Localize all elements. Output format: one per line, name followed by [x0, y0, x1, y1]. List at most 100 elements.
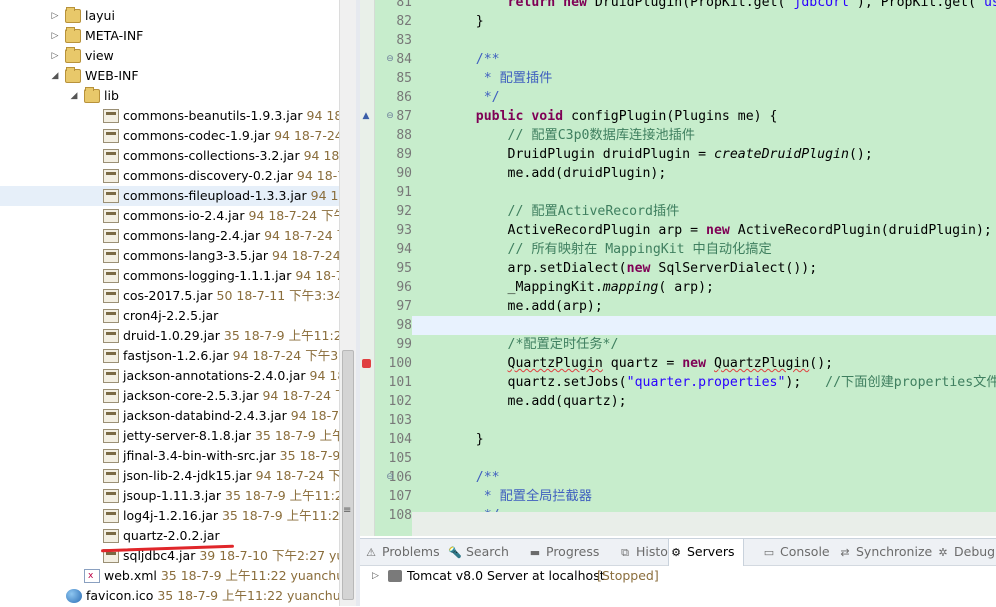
- line-number: 97: [396, 299, 412, 314]
- collapse-arrow-icon[interactable]: ◢: [69, 86, 79, 106]
- tree-item[interactable]: commons-codec-1.9.jar 94 18-7-24: [0, 126, 339, 146]
- code-line[interactable]: */: [412, 88, 996, 107]
- fold-toggle-icon[interactable]: ⊖: [386, 55, 394, 64]
- expand-arrow-icon[interactable]: ▷: [50, 6, 60, 26]
- expand-arrow-icon[interactable]: ▷: [50, 26, 60, 46]
- tree-item[interactable]: web.xml 35 18-7-9 上午11:22 yuanchua: [0, 566, 339, 586]
- fold-toggle-icon[interactable]: ⊖: [386, 112, 394, 121]
- tree-item-meta: 39 18-7-10 下午2:27 yu: [195, 548, 339, 563]
- code-line[interactable]: [412, 411, 996, 430]
- code-line[interactable]: /**: [412, 50, 996, 69]
- tree-item[interactable]: commons-lang3-3.5.jar 94 18-7-24 下: [0, 246, 339, 266]
- tree-item-meta: 94 18-7-: [296, 168, 339, 183]
- jar-file-icon: [103, 289, 119, 303]
- tree-item-label: commons-lang-2.4.jar: [123, 228, 261, 243]
- tree-item[interactable]: favicon.ico 35 18-7-9 上午11:22 yuanchuan: [0, 586, 339, 606]
- code-line[interactable]: [412, 449, 996, 468]
- code-line[interactable]: me.add(arp);: [412, 297, 996, 316]
- tree-item[interactable]: jackson-databind-2.4.3.jar 94 18-7-2: [0, 406, 339, 426]
- tree-item-meta: 35 18-7-9 上午11:22 yuanchua: [156, 568, 339, 583]
- code-line[interactable]: * 配置插件: [412, 69, 996, 88]
- folder-icon: [65, 7, 81, 23]
- code-line[interactable]: * 配置全局拦截器: [412, 487, 996, 506]
- code-line[interactable]: DruidPlugin druidPlugin = createDruidPlu…: [412, 145, 996, 164]
- tree-item-meta: 35 18-7-9 上午1: [254, 428, 339, 443]
- tree-item[interactable]: ◢ WEB-INF: [0, 66, 339, 86]
- tree-item[interactable]: commons-io-2.4.jar 94 18-7-24 下午: [0, 206, 339, 226]
- line-number: 85: [396, 71, 412, 86]
- tree-item[interactable]: ▷ view: [0, 46, 339, 66]
- tree-item[interactable]: jackson-annotations-2.4.0.jar 94 18-7: [0, 366, 339, 386]
- tree-item[interactable]: fastjson-1.2.6.jar 94 18-7-24 下午3:0: [0, 346, 339, 366]
- code-line[interactable]: // 配置ActiveRecord插件: [412, 202, 996, 221]
- tree-item[interactable]: log4j-1.2.16.jar 35 18-7-9 上午11:22: [0, 506, 339, 526]
- tree-item[interactable]: cron4j-2.2.5.jar: [0, 306, 339, 326]
- expand-arrow-icon[interactable]: ▷: [372, 566, 379, 586]
- code-line[interactable]: me.add(quartz);: [412, 392, 996, 411]
- fold-toggle-icon[interactable]: ⊖: [386, 473, 394, 482]
- project-explorer-tree[interactable]: ▷ layui ▷ META-INF ▷ view ◢ WEB-INF ◢ lib commons-…: [0, 0, 339, 606]
- code-line[interactable]: // 配置C3p0数据库连接池插件: [412, 126, 996, 145]
- tab-label: Progress: [546, 544, 600, 559]
- tree-item[interactable]: jfinal-3.4-bin-with-src.jar 35 18-7-9 上: [0, 446, 339, 466]
- tab-search[interactable]: 🔦 Search: [448, 539, 509, 565]
- code-line[interactable]: [412, 316, 996, 335]
- code-line[interactable]: /**: [412, 468, 996, 487]
- code-line[interactable]: quartz.setJobs("quarter.properties"); //…: [412, 373, 996, 392]
- line-number: 98: [396, 318, 412, 333]
- code-line[interactable]: public void configPlugin(Plugins me) {: [412, 107, 996, 126]
- code-line[interactable]: }: [412, 430, 996, 449]
- tree-scrollbar-thumb[interactable]: [342, 350, 354, 600]
- line-number: 81: [396, 0, 412, 10]
- tree-item[interactable]: jetty-server-8.1.8.jar 35 18-7-9 上午1: [0, 426, 339, 446]
- server-entry[interactable]: ▷ Tomcat v8.0 Server at localhost [Stopp…: [360, 566, 996, 586]
- line-number: 105: [388, 451, 412, 466]
- code-line[interactable]: me.add(druidPlugin);: [412, 164, 996, 183]
- code-line[interactable]: /*配置定时任务*/: [412, 335, 996, 354]
- tree-vertical-scrollbar[interactable]: ≡: [339, 0, 356, 606]
- line-number: 89: [396, 147, 412, 162]
- tree-item[interactable]: commons-discovery-0.2.jar 94 18-7-: [0, 166, 339, 186]
- expand-arrow-icon[interactable]: ▷: [50, 46, 60, 66]
- code-line[interactable]: arp.setDialect(new SqlServerDialect());: [412, 259, 996, 278]
- tab-servers[interactable]: ⚙ Servers: [668, 539, 744, 566]
- tree-item[interactable]: jsoup-1.11.3.jar 35 18-7-9 上午11:22: [0, 486, 339, 506]
- tree-item-label: json-lib-2.4-jdk15.jar: [123, 468, 252, 483]
- tree-item[interactable]: commons-beanutils-1.9.3.jar 94 18-7: [0, 106, 339, 126]
- code-line[interactable]: ActiveRecordPlugin arp = new ActiveRecor…: [412, 221, 996, 240]
- tab-synchronize[interactable]: ⇄ Synchronize: [838, 539, 932, 565]
- tab-problems[interactable]: ⚠ Problems: [364, 539, 440, 565]
- code-line[interactable]: [412, 31, 996, 50]
- code-line[interactable]: // 所有映射在 MappingKit 中自动化搞定: [412, 240, 996, 259]
- tree-item[interactable]: jackson-core-2.5.3.jar 94 18-7-24 下: [0, 386, 339, 406]
- tree-item-meta: 94 18-7-24: [270, 128, 339, 143]
- collapse-arrow-icon[interactable]: ◢: [50, 66, 60, 86]
- override-marker-icon: ▲: [362, 111, 370, 121]
- tree-item[interactable]: commons-logging-1.1.1.jar 94 18-7-: [0, 266, 339, 286]
- tree-item[interactable]: cos-2017.5.jar 50 18-7-11 下午3:34 yu: [0, 286, 339, 306]
- jar-file-icon: [103, 249, 119, 263]
- tab-debug[interactable]: ✲ Debug: [936, 539, 995, 565]
- code-line[interactable]: }: [412, 12, 996, 31]
- tree-item[interactable]: quartz-2.0.2.jar: [0, 526, 339, 546]
- tree-item[interactable]: json-lib-2.4-jdk15.jar 94 18-7-24 下午: [0, 466, 339, 486]
- tree-item[interactable]: ▷ META-INF: [0, 26, 339, 46]
- tab-progress[interactable]: ▬ Progress: [528, 539, 600, 565]
- tree-item[interactable]: druid-1.0.29.jar 35 18-7-9 上午11:22: [0, 326, 339, 346]
- tab-console[interactable]: ▭ Console: [762, 539, 830, 565]
- code-line[interactable]: [412, 183, 996, 202]
- code-line[interactable]: _MappingKit.mapping( arp);: [412, 278, 996, 297]
- code-line[interactable]: return new DruidPlugin(PropKit.get("jdbc…: [412, 0, 996, 12]
- code-editor[interactable]: ▲ 81 82 83 84 ⊖ 85 86 87 ⊖ 88 89 90 91 92 93 94 95 96 97 98…: [360, 0, 996, 536]
- code-line[interactable]: QuartzPlugin quartz = new QuartzPlugin()…: [412, 354, 996, 373]
- tree-item[interactable]: ◢ lib: [0, 86, 339, 106]
- error-marker-icon[interactable]: [362, 359, 371, 368]
- code-area[interactable]: return new DruidPlugin(PropKit.get("jdbc…: [412, 0, 996, 536]
- jar-file-icon: [103, 269, 119, 283]
- tree-item-label: commons-io-2.4.jar: [123, 208, 245, 223]
- tree-item[interactable]: ▷ layui: [0, 6, 339, 26]
- tree-item[interactable]: commons-lang-2.4.jar 94 18-7-24 下: [0, 226, 339, 246]
- tree-item[interactable]: commons-collections-3.2.jar 94 18-7: [0, 146, 339, 166]
- tree-item[interactable]: commons-fileupload-1.3.3.jar 94 18-: [0, 186, 339, 206]
- editor-horizontal-scrollbar[interactable]: [412, 512, 996, 536]
